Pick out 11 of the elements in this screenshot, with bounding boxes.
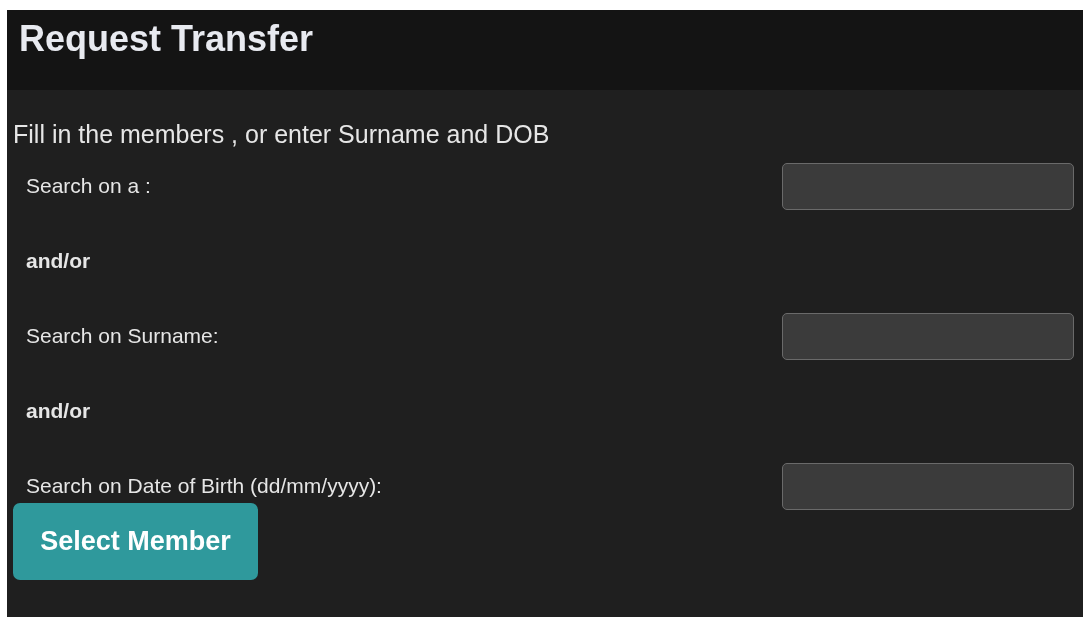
input-field[interactable] — [782, 462, 1074, 510]
field-label: Search on Surname: — [26, 323, 219, 350]
page-title: Request Transfer — [19, 17, 315, 61]
separator-text: and/or — [26, 248, 91, 275]
field-label: Search on a : — [26, 173, 151, 200]
separator-text: and/or — [26, 398, 91, 425]
instruction-text: Fill in the members , or enter Surname and DOB — [13, 119, 551, 150]
input-field[interactable] — [782, 162, 1074, 210]
input-field[interactable] — [782, 312, 1074, 360]
field-label: Search on Date of Birth (dd/mm/yyyy): — [26, 473, 382, 500]
select-member-button[interactable]: Select Member — [13, 503, 258, 580]
